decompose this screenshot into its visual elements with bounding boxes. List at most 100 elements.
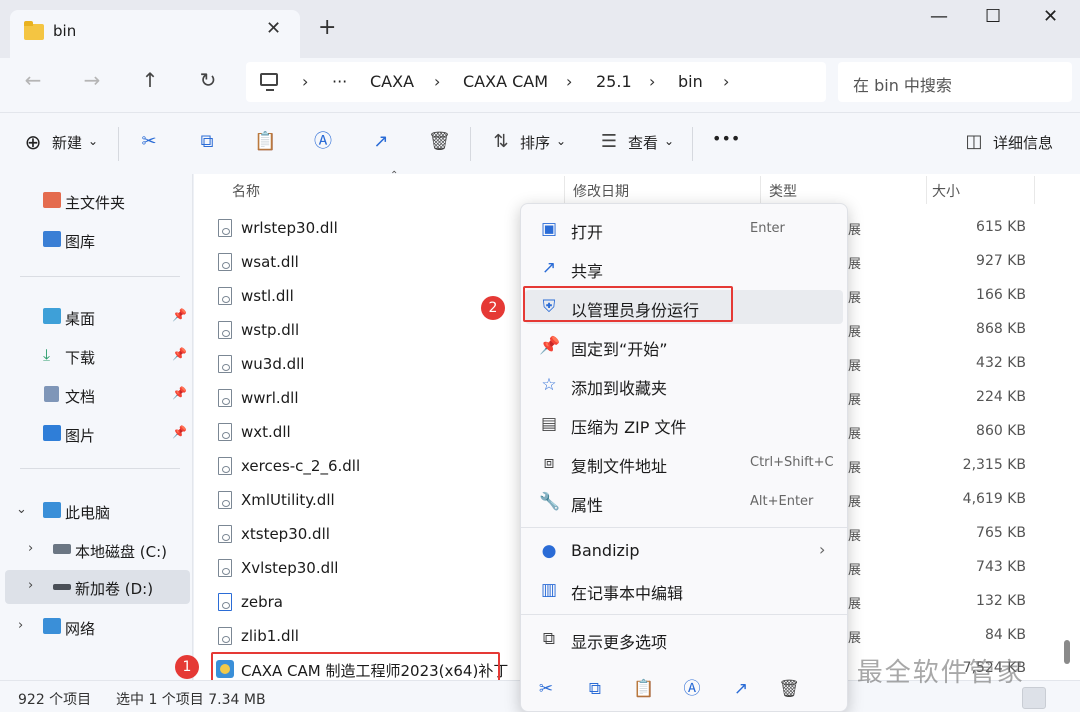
breadcrumb-separator: › <box>302 72 309 91</box>
step-badge-1: 1 <box>175 655 199 679</box>
sort-dropdown-icon[interactable]: ⌄ <box>556 134 566 148</box>
pin-icon[interactable]: 📌 <box>172 425 187 439</box>
add-icon: ⊕ <box>24 130 42 154</box>
column-header-size[interactable]: 大小 <box>932 181 960 201</box>
minimize-button[interactable]: — <box>930 6 948 27</box>
bandizip-icon: ● <box>541 541 557 561</box>
paste-icon[interactable]: 📋 <box>633 678 655 700</box>
menu-item-pin-start[interactable]: 📌 固定到“开始” <box>525 329 843 363</box>
scrollbar[interactable] <box>1062 176 1072 676</box>
address-bar[interactable]: › ··· CAXA › CAXA CAM › 25.1 › bin › <box>246 62 826 102</box>
share-icon[interactable]: ↗ <box>730 678 752 700</box>
dll-file-icon <box>218 389 232 407</box>
sidebar-item-new-volume-d[interactable]: › 新加卷 (D:) <box>5 570 190 604</box>
rename-icon[interactable]: Ⓐ <box>681 678 703 700</box>
sidebar-item-home[interactable]: 主文件夹 <box>0 184 190 218</box>
pin-icon[interactable]: 📌 <box>172 308 187 322</box>
breadcrumb-separator: › <box>649 72 656 91</box>
share-icon: ↗ <box>541 258 557 278</box>
menu-item-label: 压缩为 ZIP 文件 <box>571 418 687 437</box>
file-name: zlib1.dll <box>241 627 299 645</box>
delete-icon[interactable]: 🗑 <box>778 678 800 700</box>
sidebar-item-downloads[interactable]: ⤓ 下载 📌 <box>0 339 190 373</box>
maximize-button[interactable]: ☐ <box>985 6 1001 27</box>
menu-item-share[interactable]: ↗ 共享 <box>525 251 843 285</box>
pin-icon[interactable]: 📌 <box>172 386 187 400</box>
menu-item-edit-notepad[interactable]: ▥ 在记事本中编辑 <box>525 573 843 607</box>
sidebar-item-label: 本地磁盘 (C:) <box>75 543 167 561</box>
sidebar-item-documents[interactable]: 文档 📌 <box>0 378 190 412</box>
chevron-right-icon: › <box>819 540 826 559</box>
chevron-right-icon[interactable]: › <box>28 578 33 593</box>
dll-file-icon <box>218 559 232 577</box>
refresh-button[interactable]: ↻ <box>193 68 223 92</box>
menu-item-copy-path[interactable]: ⧈ 复制文件地址 Ctrl+Shift+C <box>525 446 843 480</box>
chevron-down-icon[interactable]: ⌄ <box>16 502 27 517</box>
details-view-button[interactable] <box>1022 687 1046 709</box>
menu-item-add-favorites[interactable]: ☆ 添加到收藏夹 <box>525 368 843 402</box>
new-tab-button[interactable]: + <box>318 15 336 40</box>
tab-title: bin <box>53 22 77 40</box>
paste-icon[interactable]: 📋 <box>254 131 276 153</box>
context-quick-actions: ✂ ⧉ 📋 Ⓐ ↗ 🗑 <box>521 664 847 712</box>
delete-icon[interactable]: 🗑 <box>428 131 451 153</box>
up-button[interactable]: ↑ <box>135 68 165 92</box>
column-header-modified[interactable]: 修改日期 <box>573 181 629 201</box>
menu-item-compress-zip[interactable]: ▤ 压缩为 ZIP 文件 <box>525 407 843 441</box>
menu-item-label: 共享 <box>571 262 604 281</box>
breadcrumb-overflow[interactable]: ··· <box>332 72 347 91</box>
pin-icon[interactable]: 📌 <box>172 347 187 361</box>
copy-icon[interactable]: ⧉ <box>584 678 606 700</box>
file-name: wstl.dll <box>241 287 294 305</box>
cut-icon[interactable]: ✂ <box>138 131 160 153</box>
sidebar-divider <box>20 276 180 277</box>
chevron-right-icon[interactable]: › <box>18 618 23 633</box>
file-name: XmlUtility.dll <box>241 491 335 509</box>
more-options-button[interactable]: ••• <box>712 129 740 148</box>
breadcrumb-bin[interactable]: bin <box>678 72 703 91</box>
context-menu: ▣ 打开 Enter ↗ 共享 ⛨ 以管理员身份运行 📌 固定到“开始” ☆ 添… <box>520 203 848 712</box>
search-input[interactable]: 在 bin 中搜索 <box>838 62 1072 102</box>
sidebar-divider <box>20 468 180 469</box>
breadcrumb-caxa-cam[interactable]: CAXA CAM <box>463 72 548 91</box>
sidebar-item-gallery[interactable]: 图库 <box>0 223 190 257</box>
close-window-button[interactable]: ✕ <box>1043 6 1058 27</box>
dll-file-icon <box>218 457 232 475</box>
new-dropdown-icon[interactable]: ⌄ <box>88 134 98 148</box>
details-button[interactable]: 详细信息 <box>993 132 1053 153</box>
breadcrumb-25-1[interactable]: 25.1 <box>596 72 632 91</box>
share-icon[interactable]: ↗ <box>370 131 392 153</box>
close-tab-icon[interactable]: ✕ <box>266 18 281 39</box>
sidebar-item-pictures[interactable]: 图片 📌 <box>0 417 190 451</box>
view-dropdown-icon[interactable]: ⌄ <box>664 134 674 148</box>
back-button[interactable]: ← <box>18 68 48 92</box>
sidebar-item-network[interactable]: › 网络 <box>0 610 190 644</box>
menu-item-properties[interactable]: 🔧 属性 Alt+Enter <box>525 485 843 519</box>
forward-button[interactable]: → <box>77 68 107 92</box>
rename-icon[interactable]: Ⓐ <box>312 131 334 153</box>
computer-icon <box>260 73 278 91</box>
zip-icon: ▤ <box>540 414 558 434</box>
tab-bin[interactable]: bin ✕ <box>10 10 300 58</box>
scrollbar-thumb[interactable] <box>1064 640 1070 664</box>
view-button[interactable]: 查看 <box>628 132 658 153</box>
new-button[interactable]: 新建 <box>52 132 82 153</box>
sort-button[interactable]: 排序 <box>520 132 550 153</box>
menu-item-more-options[interactable]: ⧉ 显示更多选项 <box>525 622 843 656</box>
menu-item-open[interactable]: ▣ 打开 Enter <box>525 212 843 246</box>
column-header-type[interactable]: 类型 <box>769 181 797 201</box>
breadcrumb-caxa[interactable]: CAXA <box>370 72 414 91</box>
chevron-right-icon[interactable]: › <box>28 541 33 556</box>
copy-icon[interactable]: ⧉ <box>196 131 218 153</box>
file-type: 展 <box>848 223 862 238</box>
sidebar-item-local-disk-c[interactable]: › 本地磁盘 (C:) <box>0 533 190 567</box>
menu-shortcut: Enter <box>750 221 785 236</box>
column-header-name[interactable]: 名称 <box>232 181 260 201</box>
sidebar-item-label: 桌面 <box>65 310 96 328</box>
menu-item-bandizip[interactable]: ● Bandizip › <box>525 534 843 568</box>
tiles-view-button[interactable] <box>1050 687 1074 709</box>
cut-icon[interactable]: ✂ <box>535 678 557 700</box>
file-size: 615 KB <box>976 219 1026 235</box>
sidebar-item-this-pc[interactable]: ⌄ 此电脑 <box>0 494 190 528</box>
sidebar-item-desktop[interactable]: 桌面 📌 <box>0 300 190 334</box>
